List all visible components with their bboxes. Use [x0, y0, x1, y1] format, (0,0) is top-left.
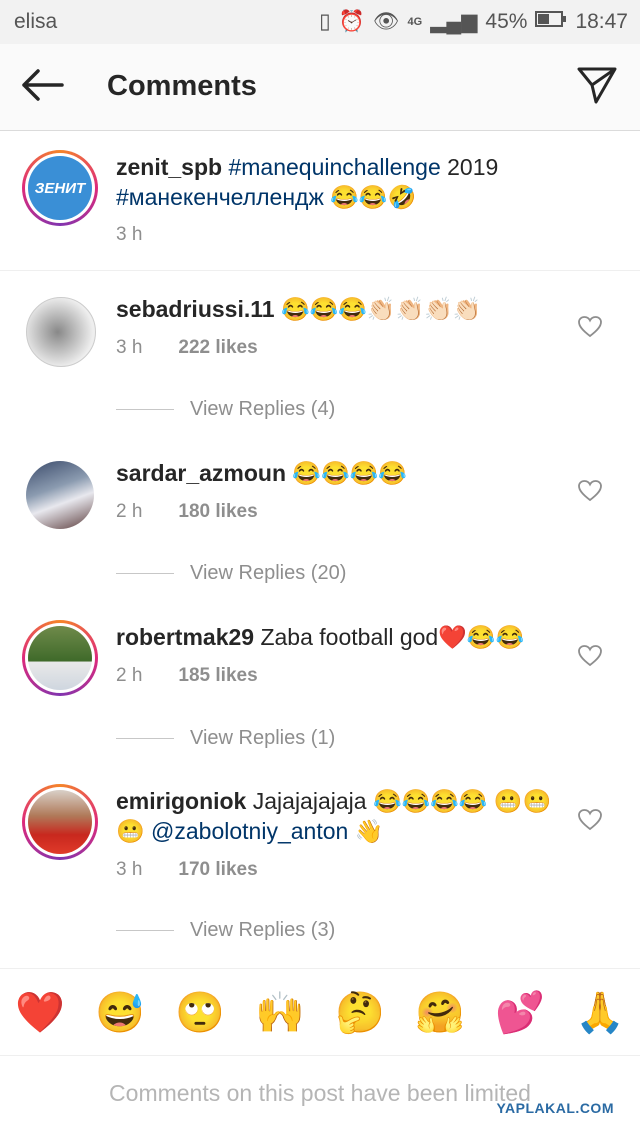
caption-year: 2019: [447, 154, 499, 180]
status-bar: elisa ▯ ⏰ 👁 4G ▂▄▆ 45% 18:47: [0, 0, 640, 44]
vibrate-icon: ▯: [319, 10, 331, 33]
view-replies[interactable]: View Replies (1): [116, 727, 335, 750]
view-replies[interactable]: View Replies (20): [116, 562, 346, 585]
hashtag[interactable]: #manequinchallenge: [228, 154, 440, 180]
avatar: [28, 790, 92, 854]
carrier-name: elisa: [14, 10, 58, 33]
comment-text: Zaba football god❤️😂😂: [260, 624, 525, 650]
signal-icon: ▂▄▆: [430, 10, 478, 33]
two-hearts-emoji-button[interactable]: 💕: [490, 989, 550, 1036]
thinking-emoji-button[interactable]: 🤔: [330, 989, 390, 1036]
zenit-logo-avatar: ЗЕНИТ: [28, 156, 92, 220]
heart-outline-icon[interactable]: [578, 316, 602, 343]
emoji-quick-bar: ❤️ 😅 🙄 🙌 🤔 🤗 💕 🙏: [0, 968, 640, 1056]
story-ring[interactable]: [22, 620, 98, 696]
comment-text: 😂😂😂👏🏻👏🏻👏🏻👏🏻: [280, 296, 482, 322]
page-title: Comments: [107, 70, 257, 102]
view-replies[interactable]: View Replies (3): [116, 919, 335, 942]
eye-icon: 👁: [372, 9, 400, 33]
alarm-icon: ⏰: [338, 9, 365, 33]
story-ring[interactable]: [22, 784, 98, 860]
network-type: 4G: [407, 15, 423, 28]
folded-hands-emoji-button[interactable]: 🙏: [570, 989, 630, 1036]
comment-text: 👋: [354, 818, 384, 844]
battery-icon: [535, 10, 567, 34]
comment-username[interactable]: sardar_azmoun: [116, 460, 286, 486]
comment-username[interactable]: sebadriussi.11: [116, 296, 275, 322]
comment-time: 3 h: [116, 859, 143, 880]
avatar: [28, 626, 92, 690]
comment-likes[interactable]: 185 likes: [178, 665, 257, 686]
view-replies[interactable]: View Replies (4): [116, 398, 335, 421]
comment-likes[interactable]: 180 likes: [178, 501, 257, 522]
caption-time: 3 h: [116, 224, 143, 245]
battery-percent: 45%: [485, 9, 528, 33]
hugging-emoji-button[interactable]: 🤗: [410, 989, 470, 1036]
comment-time: 2 h: [116, 501, 143, 522]
post-caption: ЗЕНИТ zenit_spb #manequinchallenge 2019 …: [0, 130, 640, 271]
eye-roll-emoji-button[interactable]: 🙄: [170, 989, 230, 1036]
comment-time: 2 h: [116, 665, 143, 686]
comment-time: 3 h: [116, 337, 143, 358]
story-ring[interactable]: ЗЕНИТ: [22, 150, 98, 226]
heart-outline-icon[interactable]: [578, 809, 602, 836]
comment-likes[interactable]: 170 likes: [178, 859, 257, 880]
comment-text: 😂😂😂😂: [292, 460, 407, 486]
mention-link[interactable]: @zabolotniy_anton: [151, 818, 348, 844]
raised-hands-emoji-button[interactable]: 🙌: [250, 989, 310, 1036]
watermark: YAPLAKAL.COM: [496, 1100, 614, 1116]
header: Comments: [0, 44, 640, 131]
avatar[interactable]: [26, 297, 96, 367]
caption-username[interactable]: zenit_spb: [116, 154, 222, 180]
back-arrow-icon[interactable]: [20, 68, 64, 107]
avatar[interactable]: [26, 461, 94, 529]
comment-likes[interactable]: 222 likes: [178, 337, 257, 358]
send-icon[interactable]: [576, 64, 618, 111]
hashtag[interactable]: #манекенчеллендж: [116, 184, 324, 210]
sweat-smile-emoji-button[interactable]: 😅: [90, 989, 150, 1036]
caption-emoji: 😂😂🤣: [330, 184, 417, 210]
heart-outline-icon[interactable]: [578, 480, 602, 507]
red-heart-emoji-button[interactable]: ❤️: [10, 989, 70, 1036]
comment-username[interactable]: robertmak29: [116, 624, 254, 650]
comment-username[interactable]: emirigoniok: [116, 788, 246, 814]
heart-outline-icon[interactable]: [578, 645, 602, 672]
clock: 18:47: [575, 9, 628, 33]
